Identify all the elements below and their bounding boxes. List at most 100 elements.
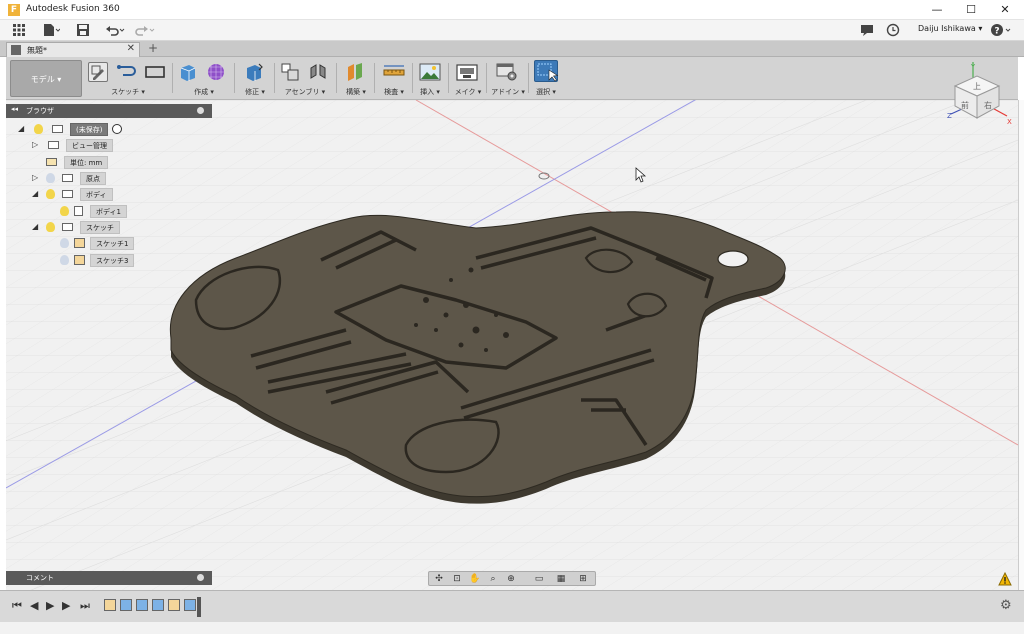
undo-icon[interactable] [104,23,126,38]
assemble-group[interactable]: アセンブリ ▾ [278,60,332,98]
orbit-icon[interactable]: ✣ [431,573,447,585]
browser-panel-header[interactable]: ◂◂ ブラウザ [6,104,212,118]
warning-icon[interactable] [998,571,1012,586]
construct-group[interactable]: 構築 ▾ [340,60,372,98]
create-group[interactable]: 作成 ▾ [176,60,232,98]
close-tab-icon[interactable]: ✕ [127,43,135,54]
timeline-settings-gear-icon[interactable]: ⚙ [1000,598,1012,613]
viewports-icon[interactable]: ⊞ [575,573,591,585]
timeline-extrude-feature[interactable] [120,599,132,611]
step-back-icon[interactable]: ◀ [30,599,38,612]
notification-icon[interactable] [860,23,874,38]
new-component-icon[interactable] [280,62,300,82]
rectangle-sketch-icon[interactable] [144,62,165,82]
collapsed-arrow-icon[interactable]: ▷ [32,140,38,149]
line-sketch-icon[interactable] [116,62,136,82]
pan-hand-icon[interactable]: ✋ [467,573,483,585]
measure-icon[interactable] [383,62,405,82]
form-icon[interactable] [206,62,226,82]
timeline-extrude-feature[interactable] [152,599,164,611]
viewcube-front-face[interactable]: 前 [961,100,969,110]
tree-node-named-views[interactable]: ▷ ビュー管理 [32,139,142,152]
tree-node-units[interactable]: 単位: mm [32,156,142,169]
visibility-bulb-icon[interactable] [46,189,55,199]
maximize-button[interactable]: ☐ [954,0,988,20]
tree-node-bodies[interactable]: ◢ ボディ [32,188,142,201]
new-tab-icon[interactable]: + [148,41,158,55]
sketch-group[interactable]: スケッチ ▾ [88,60,168,98]
select-group[interactable]: 選択 ▾ [530,60,562,98]
browser-panel-close-icon[interactable] [197,107,204,114]
user-account-menu[interactable]: Daiju Ishikawa ▾ [918,24,982,33]
extrude-icon[interactable] [178,62,198,82]
insert-group[interactable]: 挿入 ▾ [414,60,446,98]
save-icon[interactable] [76,23,90,38]
job-status-clock-icon[interactable] [886,23,900,38]
press-pull-icon[interactable] [244,62,264,82]
modify-group[interactable]: 修正 ▾ [238,60,272,98]
go-to-end-icon[interactable]: ⏭ [80,599,90,613]
expanded-arrow-icon[interactable]: ◢ [32,189,38,198]
grid-settings-icon[interactable]: ▦ [553,573,569,585]
viewcube-right-face[interactable]: 右 [984,100,992,110]
visibility-bulb-icon[interactable] [60,206,69,216]
toolbar-divider [412,63,413,93]
inspect-group[interactable]: 検査 ▾ [378,60,410,98]
addins-group[interactable]: アドイン ▾ [488,60,528,98]
redo-icon[interactable] [134,23,156,38]
create-sketch-icon[interactable] [88,62,108,82]
tree-node-label: 原点 [80,172,106,185]
document-tab[interactable]: 無題* ✕ [6,42,140,57]
expanded-arrow-icon[interactable]: ◢ [32,222,38,231]
go-to-start-icon[interactable]: ⏮ [12,599,22,613]
joint-icon[interactable] [308,62,328,82]
tree-node-origin[interactable]: ▷ 原点 [32,172,142,185]
visibility-bulb-icon[interactable] [60,238,69,248]
timeline-extrude-feature[interactable] [184,599,196,611]
select-tool-icon[interactable] [534,60,559,82]
display-settings-icon[interactable]: ▭ [531,573,547,585]
play-icon[interactable]: ▶ [46,599,54,612]
timeline-marker[interactable] [197,597,201,617]
help-icon[interactable]: ? [990,23,1014,38]
tree-node-root[interactable]: ◢ (未保存) [18,123,128,136]
comments-panel-add-icon[interactable] [197,574,204,581]
timeline-sketch-feature[interactable] [168,599,180,611]
look-at-icon[interactable]: ⊡ [449,573,465,585]
file-menu-icon[interactable] [42,23,61,38]
sketch-group-label: スケッチ ▾ [111,88,145,96]
tree-node-body1[interactable]: ボディ1 [58,205,158,218]
minimize-button[interactable]: — [920,0,954,20]
timeline-extrude-feature[interactable] [136,599,148,611]
viewcube-top-face[interactable]: 上 [973,82,981,91]
visibility-bulb-icon[interactable] [60,255,69,265]
visibility-bulb-icon[interactable] [46,222,55,232]
collapse-panel-icon[interactable]: ◂◂ [11,105,18,113]
insert-image-icon[interactable] [419,62,441,82]
fit-zoom-icon[interactable]: ⊕ [503,573,519,585]
workspace-mode-button[interactable]: モデル ▾ [10,60,82,97]
expanded-arrow-icon[interactable]: ◢ [18,124,24,133]
offset-plane-icon[interactable] [345,62,365,82]
active-component-radio-icon[interactable] [112,124,122,134]
data-panel-grid-icon[interactable] [12,23,26,38]
comments-panel-header[interactable]: コメント [6,571,212,585]
make-group[interactable]: メイク ▾ [452,60,484,98]
visibility-bulb-icon[interactable] [34,124,43,134]
zoom-icon[interactable]: ⌕ [485,573,501,585]
timeline-sketch-feature[interactable] [104,599,116,611]
3d-canvas-viewport[interactable] [6,100,1018,590]
close-window-button[interactable]: ✕ [988,0,1022,20]
3d-print-icon[interactable] [456,62,478,82]
tree-node-sketch3[interactable]: スケッチ3 [58,254,158,267]
collapsed-arrow-icon[interactable]: ▷ [32,173,38,182]
tree-node-sketches[interactable]: ◢ スケッチ [32,221,142,234]
scripts-addins-icon[interactable] [496,62,517,82]
toolbar-divider [274,63,275,93]
visibility-bulb-icon[interactable] [46,173,55,183]
window-title: Autodesk Fusion 360 [26,4,120,14]
tree-node-sketch1[interactable]: スケッチ1 [58,237,158,250]
document-tab-bar: 無題* ✕ + [0,41,1024,57]
step-forward-icon[interactable]: ▶ [62,599,70,612]
viewcube[interactable]: Y Z X 上 前 右 [945,60,1015,130]
